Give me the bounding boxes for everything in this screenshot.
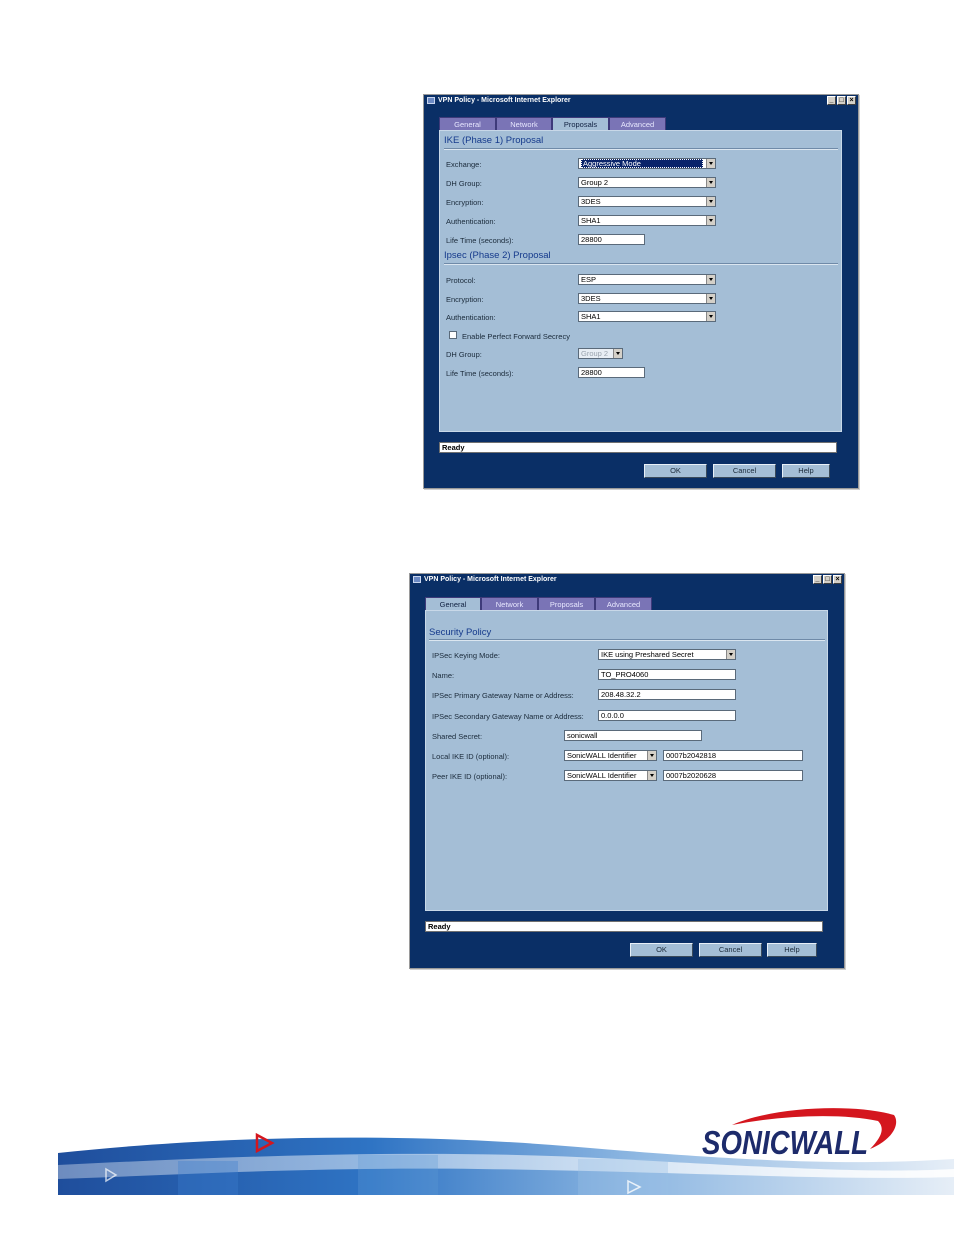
ie-window-icon [413,576,421,583]
ike-lifetime-label: Life Time (seconds): [446,236,514,245]
ike-encryption-label: Encryption: [446,198,484,207]
peer-ike-id-label: Peer IKE ID (optional): [432,772,508,781]
vpn-policy-window-general: VPN Policy - Microsoft Internet Explorer… [409,573,845,969]
tab-general[interactable]: General [439,117,496,130]
footer-block [178,1161,238,1195]
secondary-gateway-input[interactable]: 0.0.0.0 [598,710,736,721]
ike-encryption-select[interactable]: 3DES [578,196,716,207]
ike-section-title: IKE (Phase 1) Proposal [444,135,544,146]
name-input[interactable]: TO_PRO4060 [598,669,736,680]
ipsec-section-title: Ipsec (Phase 2) Proposal [444,250,551,261]
ipsec-dh-group-select[interactable]: Group 2 [578,348,623,359]
general-panel: Security Policy IPSec Keying Mode: IKE u… [425,610,828,911]
cancel-button[interactable]: Cancel [699,943,762,957]
footer-block [578,1159,668,1195]
chevron-down-icon[interactable] [706,197,715,206]
chevron-down-icon[interactable] [706,294,715,303]
exchange-select[interactable]: Aggressive Mode [578,158,716,169]
help-button[interactable]: Help [782,464,830,478]
local-ike-id-input[interactable]: 0007b2042818 [663,750,803,761]
tab-network[interactable]: Network [481,597,538,610]
security-policy-title: Security Policy [429,627,492,638]
shared-secret-label: Shared Secret: [432,732,483,741]
keying-mode-label: IPSec Keying Mode: [432,651,500,660]
close-icon[interactable]: × [847,96,856,105]
peer-ike-id-input[interactable]: 0007b2020628 [663,770,803,781]
chevron-down-icon[interactable] [647,771,656,780]
ipsec-encryption-select[interactable]: 3DES [578,293,716,304]
chevron-down-icon[interactable] [706,312,715,321]
section-divider [444,148,838,150]
footer-block [358,1155,438,1195]
exchange-label: Exchange: [446,160,482,169]
status-bar: Ready [425,921,823,932]
protocol-select[interactable]: ESP [578,274,716,285]
pfs-label: Enable Perfect Forward Secrecy [462,332,570,341]
logo-wordmark: SONICWALL [702,1124,868,1161]
ie-window-icon [427,97,435,104]
minimize-icon[interactable]: _ [827,96,836,105]
tab-network[interactable]: Network [496,117,552,130]
chevron-down-icon[interactable] [706,178,715,187]
pfs-checkbox[interactable] [449,331,457,339]
local-ike-id-type-select[interactable]: SonicWALL Identifier [564,750,657,761]
ipsec-dh-group-label: DH Group: [446,350,482,359]
ipsec-authentication-select[interactable]: SHA1 [578,311,716,322]
close-icon[interactable]: × [833,575,842,584]
ipsec-encryption-label: Encryption: [446,295,484,304]
name-label: Name: [432,671,455,680]
tab-proposals[interactable]: Proposals [538,597,595,610]
ike-authentication-label: Authentication: [446,217,496,226]
local-ike-id-label: Local IKE ID (optional): [432,752,510,761]
dh-group-label: DH Group: [446,179,482,188]
chevron-down-icon[interactable] [613,349,622,358]
tab-proposals[interactable]: Proposals [552,117,609,131]
ipsec-lifetime-label: Life Time (seconds): [446,369,514,378]
chevron-down-icon[interactable] [706,159,715,168]
maximize-icon[interactable]: □ [837,96,846,105]
window-title: VPN Policy - Microsoft Internet Explorer [424,576,557,583]
keying-mode-select[interactable]: IKE using Preshared Secret [598,649,736,660]
maximize-icon[interactable]: □ [823,575,832,584]
primary-gateway-label: IPSec Primary Gateway Name or Address: [432,691,574,700]
ok-button[interactable]: OK [644,464,707,478]
tab-strip: General Network Proposals Advanced [439,117,669,131]
tab-strip: General Network Proposals Advanced [425,597,655,611]
tab-advanced[interactable]: Advanced [609,117,666,130]
section-divider [429,639,825,641]
status-bar: Ready [439,442,837,453]
protocol-label: Protocol: [446,276,476,285]
vpn-policy-window-proposals: VPN Policy - Microsoft Internet Explorer… [423,94,859,489]
tab-advanced[interactable]: Advanced [595,597,652,610]
peer-ike-id-type-select[interactable]: SonicWALL Identifier [564,770,657,781]
chevron-down-icon[interactable] [726,650,735,659]
title-bar: VPN Policy - Microsoft Internet Explorer… [410,574,844,585]
shared-secret-input[interactable]: sonicwall [564,730,702,741]
chevron-down-icon[interactable] [706,275,715,284]
title-bar: VPN Policy - Microsoft Internet Explorer… [424,95,858,106]
primary-gateway-input[interactable]: 208.48.32.2 [598,689,736,700]
dh-group-select[interactable]: Group 2 [578,177,716,188]
proposals-panel: IKE (Phase 1) Proposal Exchange: Aggress… [439,130,842,432]
ike-lifetime-input[interactable]: 28800 [578,234,645,245]
section-divider [444,263,838,265]
cancel-button[interactable]: Cancel [713,464,776,478]
ok-button[interactable]: OK [630,943,693,957]
window-title: VPN Policy - Microsoft Internet Explorer [438,97,571,104]
secondary-gateway-label: IPSec Secondary Gateway Name or Address: [432,712,584,721]
ipsec-authentication-label: Authentication: [446,313,496,322]
chevron-down-icon[interactable] [706,216,715,225]
chevron-down-icon[interactable] [647,751,656,760]
ipsec-lifetime-input[interactable]: 28800 [578,367,645,378]
sonicwall-logo: SONICWALL [702,1108,897,1161]
minimize-icon[interactable]: _ [813,575,822,584]
help-button[interactable]: Help [767,943,817,957]
ike-authentication-select[interactable]: SHA1 [578,215,716,226]
tab-general[interactable]: General [425,597,481,611]
